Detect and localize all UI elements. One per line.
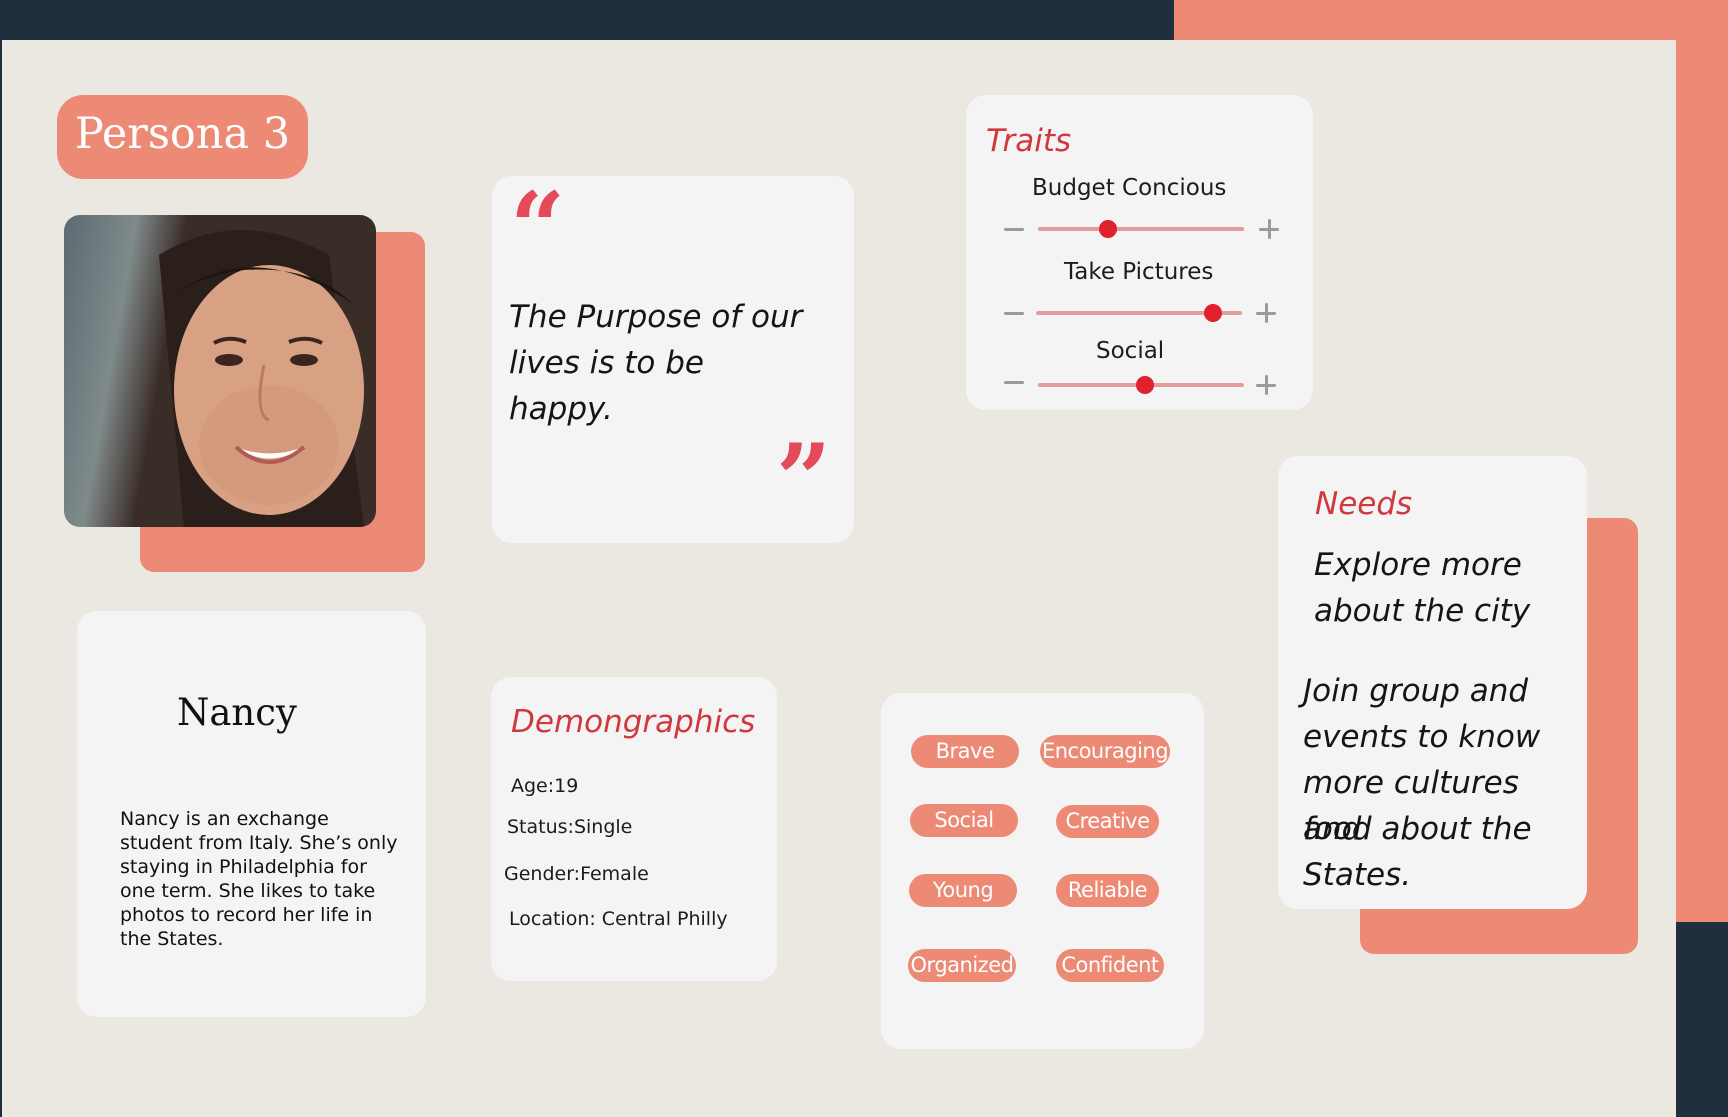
tag-organized: Organized	[908, 949, 1016, 982]
need-item-1-line-1: Explore more	[1314, 547, 1522, 583]
minus-icon[interactable]	[1004, 381, 1024, 384]
demographic-location: Location: Central Philly	[509, 908, 728, 930]
slider-thumb[interactable]	[1136, 376, 1155, 394]
corner-accent-top	[1174, 0, 1728, 40]
needs-title: Needs	[1315, 486, 1413, 522]
persona-title-badge: Persona 3	[57, 95, 308, 179]
slider-thumb[interactable]	[1099, 220, 1118, 238]
slider-pictures[interactable]	[1036, 304, 1242, 322]
quote-text: The Purpose of our lives is to be happy.	[509, 299, 803, 427]
quote-card: “ The Purpose of our lives is to be happ…	[492, 176, 854, 543]
corner-accent-right	[1676, 0, 1728, 922]
slider-social[interactable]	[1038, 376, 1244, 394]
tag-confident: Confident	[1056, 949, 1164, 982]
demographics-card: Demongraphics Age:19 Status:Single Gende…	[491, 677, 777, 981]
trait-label-pictures: Take Pictures	[1064, 259, 1214, 285]
open-quote-icon: “	[510, 171, 566, 284]
slider-thumb[interactable]	[1204, 304, 1223, 322]
need-item-2-line-4: food about the	[1303, 811, 1532, 847]
plus-icon[interactable]	[1259, 219, 1279, 239]
tag-brave: Brave	[911, 735, 1019, 768]
tag-encouraging: Encouraging	[1040, 735, 1170, 768]
profile-bio: Nancy is an exchange student from Italy.…	[120, 808, 398, 950]
trait-label-budget: Budget Concious	[1032, 175, 1227, 201]
slider-budget[interactable]	[1038, 220, 1244, 238]
need-item-2-line-2: events to know	[1303, 719, 1541, 755]
minus-icon[interactable]	[1004, 228, 1024, 231]
persona-title: Persona 3	[74, 109, 291, 159]
plus-icon[interactable]	[1256, 375, 1276, 395]
minus-icon[interactable]	[1004, 312, 1024, 315]
tag-social: Social	[910, 804, 1018, 837]
trait-label-social: Social	[1096, 338, 1165, 364]
traits-card: Traits Budget Concious Take Pictures Soc…	[966, 95, 1313, 410]
profile-name: Nancy	[177, 691, 297, 734]
profile-card: Nancy Nancy is an exchange student from …	[77, 611, 426, 1017]
demographic-status: Status:Single	[507, 816, 633, 838]
tag-young: Young	[909, 874, 1017, 907]
demographics-title: Demongraphics	[511, 704, 756, 740]
need-item-2-line-1: Join group and	[1303, 673, 1529, 709]
need-item-1-line-2: about the city	[1314, 593, 1531, 629]
tag-creative: Creative	[1056, 805, 1159, 838]
avatar	[64, 215, 376, 527]
needs-card: Needs Explore more about the city Join g…	[1278, 456, 1587, 909]
demographic-gender: Gender:Female	[504, 863, 649, 885]
tag-reliable: Reliable	[1056, 874, 1159, 907]
demographic-age: Age:19	[511, 775, 579, 797]
close-quote-icon: ”	[776, 423, 832, 536]
tags-card: Brave Encouraging Social Creative Young …	[881, 693, 1204, 1049]
traits-title: Traits	[986, 123, 1072, 159]
need-item-2-line-5: States.	[1303, 857, 1412, 893]
plus-icon[interactable]	[1256, 303, 1276, 323]
